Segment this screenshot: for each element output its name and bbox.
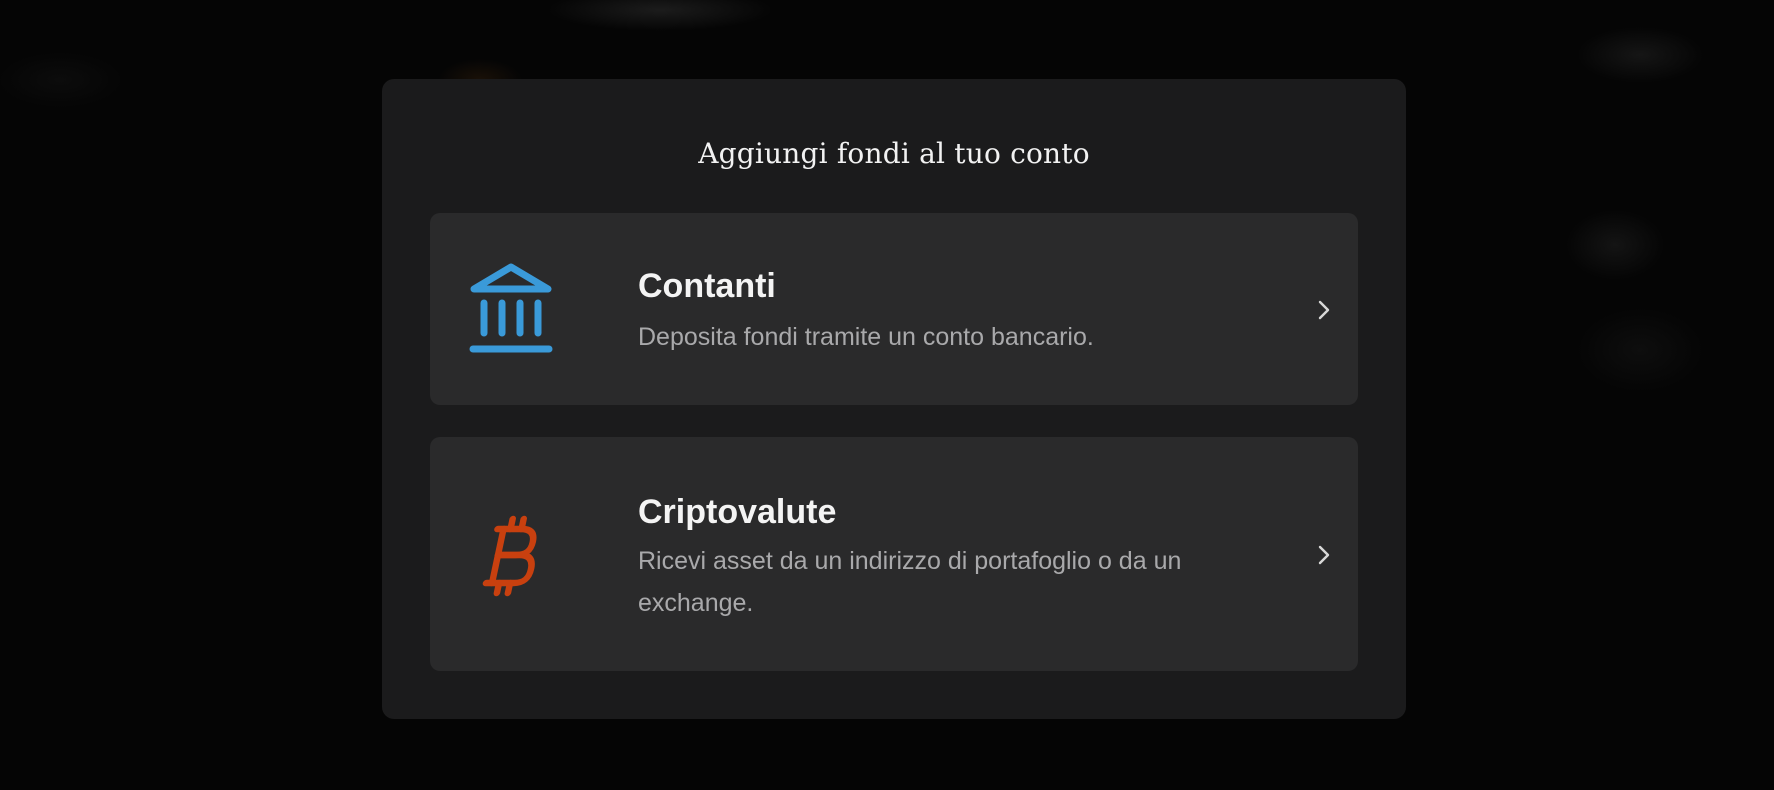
chevron-right-icon xyxy=(1318,300,1330,320)
add-funds-modal: Aggiungi fondi al tuo conto Contanti Dep… xyxy=(382,79,1406,719)
bank-icon xyxy=(469,263,553,353)
crypto-option-title: Criptovalute xyxy=(638,493,837,531)
chevron-right-icon xyxy=(1318,545,1330,565)
modal-title: Aggiungi fondi al tuo conto xyxy=(698,137,1090,170)
crypto-option-description: Ricevi asset da un indirizzo di portafog… xyxy=(638,547,1182,617)
crypto-option-button[interactable]: Criptovalute Ricevi asset da un indirizz… xyxy=(430,437,1358,671)
cash-option-description: Deposita fondi tramite un conto bancario… xyxy=(638,323,1094,351)
cash-option-title: Contanti xyxy=(638,267,776,305)
bitcoin-icon xyxy=(482,515,537,597)
cash-option-button[interactable]: Contanti Deposita fondi tramite un conto… xyxy=(430,213,1358,405)
